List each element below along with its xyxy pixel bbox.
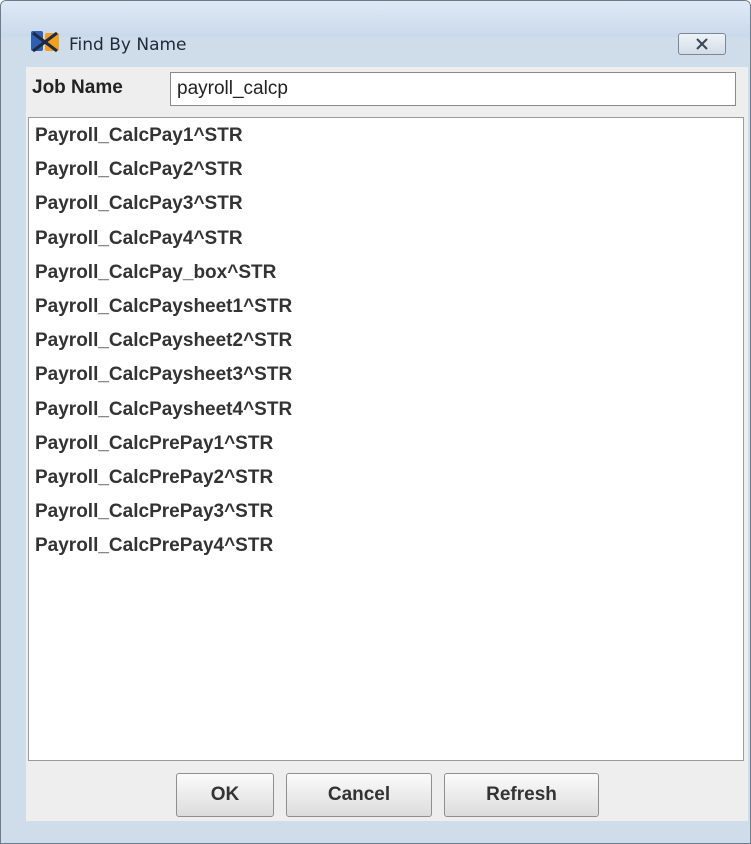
button-bar: OK Cancel Refresh bbox=[26, 763, 748, 821]
job-scheduler-app-icon bbox=[31, 31, 59, 53]
list-item[interactable]: Payroll_CalcPrePay3^STR bbox=[35, 497, 735, 527]
list-item[interactable]: Payroll_CalcPrePay2^STR bbox=[35, 463, 735, 493]
job-name-input[interactable] bbox=[170, 72, 736, 106]
refresh-button[interactable]: Refresh bbox=[444, 773, 599, 817]
list-item[interactable]: Payroll_CalcPrePay1^STR bbox=[35, 429, 735, 459]
close-button[interactable] bbox=[678, 33, 726, 55]
list-item[interactable]: Payroll_CalcPaysheet2^STR bbox=[35, 326, 735, 356]
list-item[interactable]: Payroll_CalcPay4^STR bbox=[35, 224, 735, 254]
ok-button[interactable]: OK bbox=[176, 773, 274, 817]
job-name-label: Job Name bbox=[32, 77, 123, 98]
job-results-list[interactable]: Payroll_CalcPay1^STR Payroll_CalcPay2^STR… bbox=[28, 117, 744, 761]
list-item[interactable]: Payroll_CalcPaysheet3^STR bbox=[35, 360, 735, 390]
dialog-content: Job Name Payroll_CalcPay1^STRPayroll_Cal… bbox=[26, 67, 748, 821]
title-bar[interactable]: Find By Name bbox=[1, 1, 750, 55]
list-item[interactable]: Payroll_CalcPay_box^STR bbox=[35, 258, 735, 288]
list-item[interactable]: Payroll_CalcPay3^STR bbox=[35, 189, 735, 219]
job-name-row: Job Name bbox=[26, 67, 748, 113]
cancel-button[interactable]: Cancel bbox=[286, 773, 432, 817]
list-item[interactable]: Payroll_CalcPay2^STR bbox=[35, 155, 735, 185]
list-item[interactable]: Payroll_CalcPaysheet4^STR bbox=[35, 395, 735, 425]
dialog-title: Find By Name bbox=[69, 35, 187, 55]
close-x-icon bbox=[696, 38, 708, 50]
list-item[interactable]: Payroll_CalcPaysheet1^STR bbox=[35, 292, 735, 322]
find-by-name-dialog: Find By Name Job Name Payroll_CalcPay1^S… bbox=[0, 0, 751, 844]
list-item[interactable]: Payroll_CalcPay1^STR bbox=[35, 121, 735, 151]
list-item[interactable]: Payroll_CalcPrePay4^STR bbox=[35, 531, 735, 561]
